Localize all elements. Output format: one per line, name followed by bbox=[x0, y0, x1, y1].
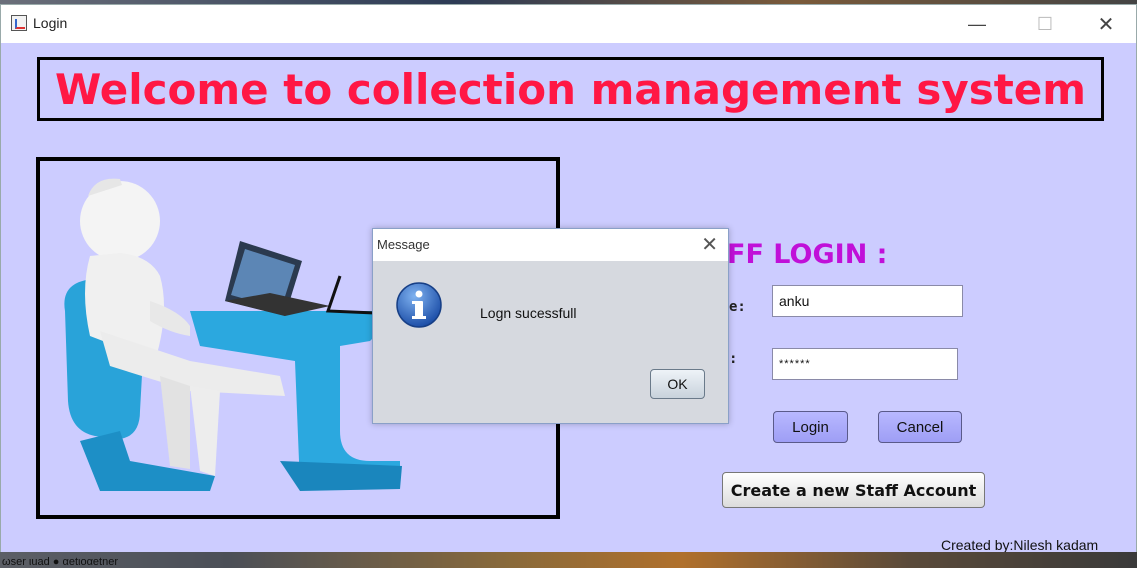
password-label: : bbox=[729, 351, 738, 367]
title-bar[interactable]: Login — ☐ ✕ bbox=[1, 5, 1136, 43]
window-title: Login bbox=[33, 15, 68, 31]
login-button[interactable]: Login bbox=[773, 411, 848, 443]
credits-text: Created by:Nilesh kadam bbox=[941, 537, 1099, 553]
java-icon bbox=[11, 15, 27, 31]
username-field[interactable]: anku bbox=[772, 285, 963, 317]
minimize-button[interactable]: — bbox=[954, 9, 1000, 39]
staff-login-heading: FF LOGIN : bbox=[727, 239, 888, 270]
dialog-message: Logn sucessfull bbox=[480, 305, 577, 321]
close-button[interactable]: ✕ bbox=[1083, 9, 1129, 39]
username-label: e: bbox=[729, 299, 746, 315]
welcome-banner: Welcome to collection management system bbox=[37, 57, 1104, 121]
dialog-title: Message bbox=[377, 237, 430, 252]
taskbar-text: ωser ιuad ● αetιoαetner bbox=[2, 556, 119, 568]
desktop-background-bottom bbox=[0, 552, 1137, 568]
cancel-button[interactable]: Cancel bbox=[878, 411, 962, 443]
ok-button[interactable]: OK bbox=[650, 369, 705, 399]
welcome-text: Welcome to collection management system bbox=[54, 64, 1087, 114]
create-staff-account-button[interactable]: Create a new Staff Account bbox=[722, 472, 985, 508]
dialog-close-icon[interactable]: ✕ bbox=[701, 232, 718, 257]
password-field[interactable]: ****** bbox=[772, 348, 958, 380]
dialog-body: Logn sucessfull OK bbox=[373, 261, 728, 423]
dialog-title-bar[interactable]: Message ✕ bbox=[373, 229, 728, 261]
message-dialog: Message ✕ Logn sucessfull OK bbox=[372, 228, 729, 424]
info-icon bbox=[396, 282, 442, 328]
maximize-button[interactable]: ☐ bbox=[1022, 9, 1068, 39]
